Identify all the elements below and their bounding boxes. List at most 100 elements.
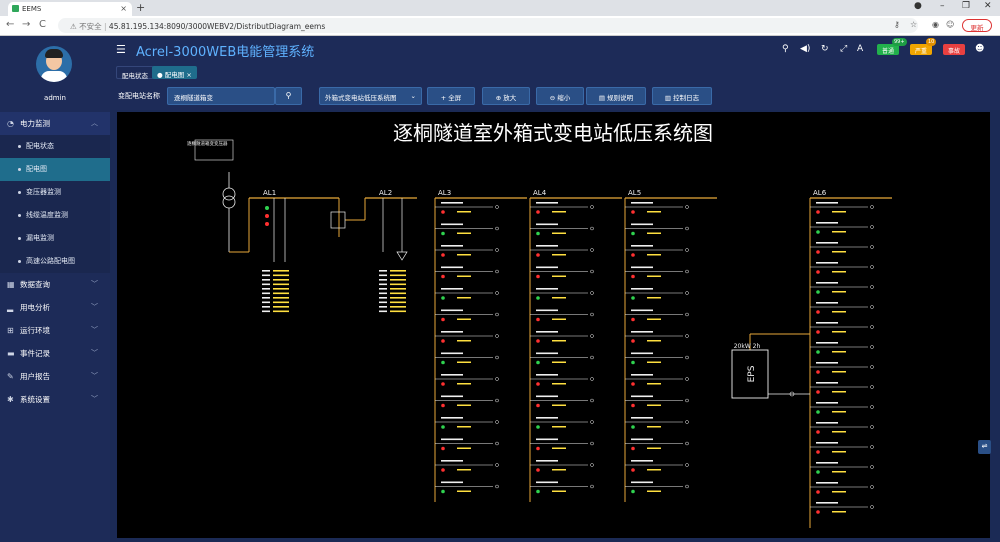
feeder-tag [536,331,558,333]
feeder-value [457,383,471,385]
feeder-value [552,404,566,406]
feeder-terminal [590,377,594,381]
meter-value [273,310,289,313]
minimize-window-icon[interactable]: – [940,1,945,11]
feeder-terminal [870,245,874,249]
chevron-down-icon: ⌄ [410,92,416,100]
profile-menu-icon[interactable]: ● [914,1,922,11]
station-input[interactable]: 逐桐隧道箱变 [167,87,275,105]
breaker-indicator [631,489,635,494]
feeder-value [647,275,661,277]
feeder-terminal [870,445,874,449]
maximize-window-icon[interactable]: ❐ [962,1,970,11]
tab-distribution-diagram[interactable]: ● 配电图 × [152,66,197,79]
wrench-icon: ✱ [7,395,14,404]
rules-button[interactable]: ▤ 规则说明 [586,87,646,105]
new-tab-button[interactable]: + [136,1,145,14]
search-icon[interactable]: ⚲ [782,44,789,54]
tab-distribution-status[interactable]: 配电状态 [116,66,154,80]
key-icon[interactable]: ⚷ [894,20,900,29]
settings-float-button[interactable]: ⇌ [978,440,991,454]
button-label: 控制日志 [673,94,700,102]
close-window-icon[interactable]: ✕ [984,1,992,11]
breaker-indicator [536,317,540,322]
feeder-tag [631,202,653,204]
station-search-button[interactable]: ⚲ [275,87,302,105]
meter-tag [262,301,270,304]
breaker-indicator [441,382,445,386]
feeder-terminal [495,312,499,317]
close-tab-icon[interactable]: × [120,4,127,13]
close-tab-icon[interactable]: × [184,71,191,79]
back-button[interactable]: ← [6,19,14,30]
feeder-tag [536,438,558,441]
feeder-value [457,254,471,256]
sidebar-subitem-highway-diagram[interactable]: 高速公路配电图 [0,250,110,273]
sidebar-subitem-distribution-status[interactable]: 配电状态 [0,135,110,158]
browser-tab[interactable]: EEMS × [8,2,132,16]
feeder-value [457,490,471,492]
feeder-value [832,331,846,333]
feeder-tag [816,482,838,484]
meter-value [273,306,289,308]
breaker-indicator [816,290,820,294]
diagram-select[interactable]: 外箱式变电站低压系统图 ⌄ [319,87,422,105]
translate-icon[interactable]: A [857,44,863,54]
sidebar-subitem-cable-temperature[interactable]: 线缆温度监测 [0,204,110,227]
feeder-tag [816,262,838,264]
feeder-tag [631,395,653,398]
alarm-badge-accident[interactable]: 事故 [943,44,965,55]
feeder-terminal [495,291,499,295]
volume-icon[interactable]: ◀) [800,44,810,54]
breaker-indicator [631,468,635,472]
sidebar-item-data-query[interactable]: ▦ 数据查询 ﹀ [0,273,110,296]
sidebar-item-system-settings[interactable]: ✱ 系统设置 ﹀ [0,388,110,411]
feeder-value [832,271,846,273]
refresh-icon[interactable]: ↻ [821,44,829,54]
feeder-terminal [495,269,499,274]
button-label: 放大 [503,94,517,102]
forward-button[interactable]: → [22,19,30,30]
sidebar-menu: ◔ 电力监测 ︿ 配电状态 配电图 变压器监测 线缆温度监测 漏电监测 高速公路… [0,112,110,411]
feeder-tag [536,374,558,376]
sidebar-item-usage-analysis[interactable]: ▂ 用电分析 ﹀ [0,296,110,319]
sidebar-item-environment[interactable]: ⊞ 运行环境 ﹀ [0,319,110,342]
address-bar: ← → C ⚠ 不安全 | 45.81.195.134:8090/3000WEB… [0,16,1000,36]
system-diagram-canvas[interactable]: 逐桐隧道室外箱式变电站低压系统图 逐桐隧道箱变变压器 AL1 AL2 AL3 AL4 AL… [117,112,990,538]
alarm-count-normal: 99+ [892,38,907,46]
zoom-out-button[interactable]: ⊖ 缩小 [536,87,584,105]
url-field[interactable]: ⚠ 不安全 | 45.81.195.134:8090/3000WEBV2/Dis… [58,18,918,33]
breaker-indicator [631,360,635,365]
account-icon[interactable]: ☺ [946,20,954,29]
hamburger-menu-icon[interactable]: ☰ [116,43,126,56]
reload-button[interactable]: C [39,19,46,30]
bookmark-star-icon[interactable]: ☆ [910,20,917,29]
update-button[interactable]: 更新 [962,19,992,32]
sidebar-subitem-distribution-diagram[interactable]: 配电图 [0,158,110,181]
meter-tag [379,297,387,299]
feeder-terminal [870,425,874,429]
sidebar-item-user-reports[interactable]: ✎ 用户报告 ﹀ [0,365,110,388]
extensions-icon[interactable]: ◉ [932,20,939,29]
control-log-button[interactable]: ▥ 控制日志 [652,87,712,105]
avatar[interactable] [36,46,72,82]
feeder-tag [816,502,838,504]
sidebar-item-power-monitoring[interactable]: ◔ 电力监测 ︿ [0,112,110,135]
feeder-value [552,340,566,342]
feeder-value [457,232,471,234]
breaker-indicator [816,510,820,514]
sidebar-item-events[interactable]: ▬ 事件记录 ﹀ [0,342,110,365]
user-icon[interactable]: ☻ [975,44,984,54]
feeder-value [552,426,566,428]
breaker-indicator [441,296,445,300]
chevron-down-icon: ﹀ [91,303,98,311]
feeder-tag [816,442,838,444]
breaker-indicator [816,430,820,434]
fullscreen-button[interactable]: + 全屏 [427,87,475,105]
gauge-icon: ◔ [7,119,14,128]
zoom-in-button[interactable]: ⊕ 放大 [482,87,530,105]
sidebar-subitem-leakage-monitoring[interactable]: 漏电监测 [0,227,110,250]
fullscreen-icon[interactable]: ⤢ [840,44,847,54]
sidebar-subitem-transformer-monitoring[interactable]: 变压器监测 [0,181,110,204]
breaker-indicator [536,403,540,408]
